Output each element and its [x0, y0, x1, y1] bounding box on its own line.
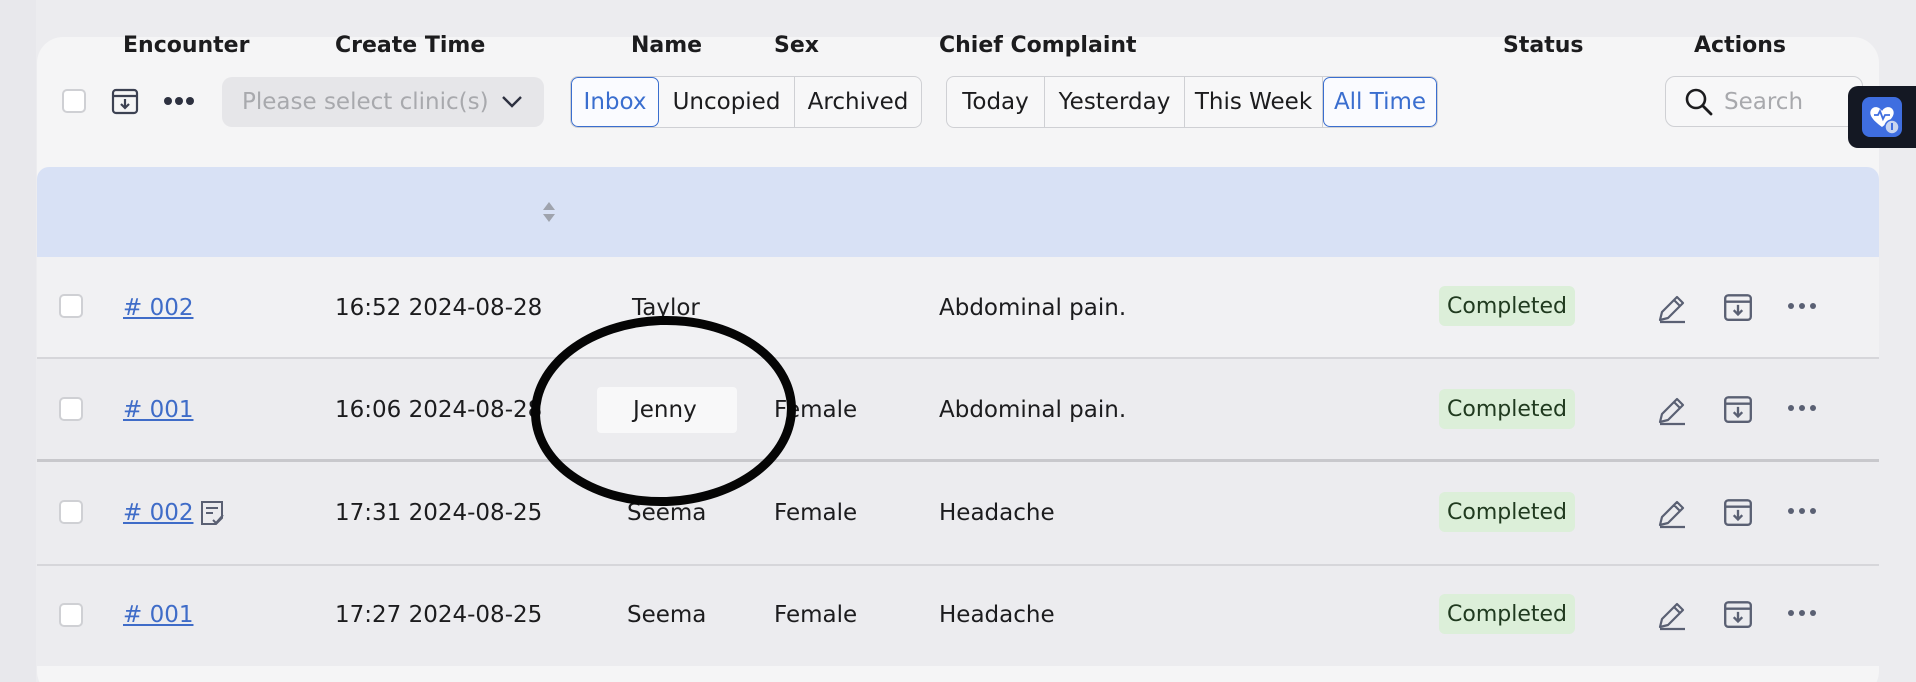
header-status: Status	[1503, 32, 1584, 58]
create-time-cell: 16:06 2024-08-28	[335, 397, 543, 423]
folder-filter-group: Inbox Uncopied Archived	[570, 76, 922, 128]
header-create-time[interactable]: Create Time	[335, 0, 485, 90]
status-badge: Completed	[1439, 594, 1575, 634]
row-checkbox[interactable]	[59, 603, 83, 627]
sex-cell: Female	[774, 500, 858, 526]
edit-pencil-icon[interactable]	[1654, 290, 1690, 326]
status-badge: Completed	[1439, 286, 1575, 326]
more-horizontal-icon[interactable]	[1786, 398, 1818, 418]
row-checkbox[interactable]	[59, 500, 83, 524]
status-badge: Completed	[1439, 389, 1575, 429]
create-time-cell: 16:52 2024-08-28	[335, 295, 543, 321]
sort-arrows-icon[interactable]	[540, 199, 558, 225]
clinic-select-placeholder: Please select clinic(s)	[242, 89, 489, 115]
status-badge: Completed	[1439, 492, 1575, 532]
more-horizontal-icon[interactable]	[1786, 603, 1818, 623]
header-name: Name	[631, 32, 703, 58]
note-check-icon[interactable]	[198, 498, 226, 528]
archive-download-icon[interactable]	[1720, 391, 1756, 427]
sex-cell: Female	[774, 602, 858, 628]
more-horizontal-icon[interactable]	[1786, 501, 1818, 521]
table-header	[37, 167, 1879, 257]
edit-pencil-icon[interactable]	[1654, 597, 1690, 633]
more-dots-icon[interactable]	[162, 88, 196, 114]
name-cell: Seema	[627, 602, 707, 628]
time-filter-this-week[interactable]: This Week	[1185, 77, 1323, 127]
chief-complaint-cell: Abdominal pain.	[939, 397, 1127, 423]
chevron-down-icon	[500, 91, 524, 117]
page-left-strip	[0, 0, 36, 682]
search-icon	[1685, 88, 1713, 115]
encounter-link[interactable]: # 002	[123, 295, 193, 321]
header-encounter[interactable]: Encounter	[123, 0, 249, 90]
archive-download-icon[interactable]	[1720, 596, 1756, 632]
header-chief-complaint: Chief Complaint	[939, 32, 1137, 58]
encounter-link[interactable]: # 001	[123, 602, 193, 628]
create-time-cell: 17:27 2024-08-25	[335, 602, 543, 628]
encounter-link[interactable]: # 001	[123, 397, 193, 423]
archive-download-icon[interactable]	[1720, 289, 1756, 325]
encounter-link[interactable]: # 002	[123, 500, 193, 526]
header-sex: Sex	[774, 32, 819, 58]
edit-pencil-icon[interactable]	[1654, 495, 1690, 531]
row-checkbox[interactable]	[59, 397, 83, 421]
create-time-cell: 17:31 2024-08-25	[335, 500, 543, 526]
edit-pencil-icon[interactable]	[1654, 392, 1690, 428]
search-placeholder: Search	[1724, 88, 1804, 115]
time-filter-all-time[interactable]: All Time	[1323, 77, 1437, 127]
row-checkbox[interactable]	[59, 294, 83, 318]
more-horizontal-icon[interactable]	[1786, 296, 1818, 316]
chief-complaint-cell: Abdominal pain.	[939, 295, 1127, 321]
select-all-checkbox[interactable]	[62, 89, 86, 113]
archive-download-icon[interactable]	[1720, 494, 1756, 530]
header-actions: Actions	[1694, 32, 1786, 58]
chief-complaint-cell: Headache	[939, 602, 1055, 628]
heart-extension-icon[interactable]	[1848, 86, 1916, 148]
chief-complaint-cell: Headache	[939, 500, 1055, 526]
